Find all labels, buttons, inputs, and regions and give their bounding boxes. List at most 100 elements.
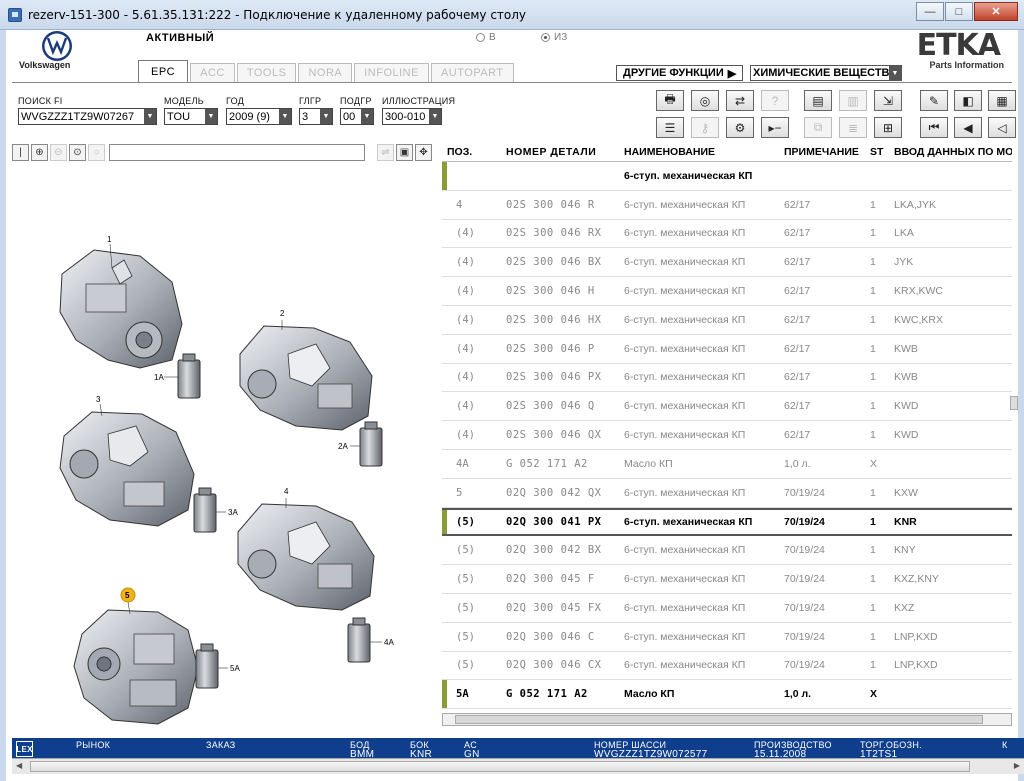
radio-in[interactable]: В	[476, 32, 496, 43]
table-row[interactable]: (4) 02S 300 046 QX 6-ступ. механическая КП…	[442, 421, 1012, 450]
chemicals-select[interactable]: ХИМИЧЕСКИЕ ВЕЩЕСТВ ▼	[750, 65, 902, 81]
chevron-down-icon[interactable]: ▼	[205, 109, 217, 124]
table-row[interactable]: (4) 02S 300 046 H 6-ступ. механическая КП 6…	[442, 277, 1012, 306]
table-row[interactable]: (5) 02Q 300 046 C 6-ступ. механическая КП 7…	[442, 623, 1012, 652]
table-row[interactable]: 6-ступ. механическая КП	[442, 162, 1012, 191]
chevron-down-icon[interactable]: ▼	[144, 109, 156, 124]
table-row[interactable]: 4A G 052 171 A2 Масло КП 1,0 л. X	[442, 450, 1012, 479]
page-back-icon[interactable]: ◧	[954, 90, 982, 111]
col-data[interactable]: ВВОД ДАННЫХ ПО МО	[894, 146, 1012, 158]
oil-bottle-3a[interactable]	[193, 487, 217, 533]
pin-icon[interactable]: ✎	[920, 90, 948, 111]
move-icon[interactable]: ✥	[415, 144, 432, 161]
link-icon[interactable]: ⇌	[377, 144, 394, 161]
table-vscroll-thumb[interactable]	[1010, 396, 1018, 410]
gearbox-2[interactable]	[239, 325, 373, 431]
window-hscrollbar[interactable]: ◀ ▶	[12, 758, 1024, 774]
window-titlebar[interactable]: rezerv-151-300 - 5.61.35.131:222 - Подкл…	[0, 0, 1024, 30]
chevron-down-icon[interactable]: ▼	[889, 66, 901, 80]
table-row[interactable]: 4 02S 300 046 R 6-ступ. механическая КП 62/…	[442, 191, 1012, 220]
minimize-button[interactable]: —	[916, 2, 944, 21]
table-row[interactable]: (4) 02S 300 046 Q 6-ступ. механическая КП 6…	[442, 392, 1012, 422]
table-row[interactable]: (4) 02S 300 046 HX 6-ступ. механическая КП…	[442, 306, 1012, 335]
disc-icon[interactable]: ◎	[691, 90, 719, 111]
page-list-icon[interactable]: ▦	[988, 90, 1016, 111]
key-icon[interactable]: ⚷	[691, 117, 719, 138]
window-hscroll-thumb[interactable]	[30, 761, 970, 772]
table-row[interactable]: (5) 02Q 300 046 CX 6-ступ. механическая КП…	[442, 652, 1012, 681]
radio-from-dot[interactable]	[541, 33, 550, 42]
cart-arrow-icon[interactable]: ⇲	[874, 90, 902, 111]
scroll-left-arrow-icon[interactable]: ◀	[16, 761, 22, 770]
gearbox-5[interactable]	[73, 609, 199, 725]
table-row[interactable]: 5A G 052 171 A2 Масло КП 1,0 л. X	[442, 680, 1012, 710]
gearbox-3[interactable]	[59, 411, 195, 527]
radio-in-dot[interactable]	[476, 33, 485, 42]
table-row[interactable]: (5) 02Q 300 042 BX 6-ступ. механическая КП…	[442, 536, 1012, 566]
main-group-select[interactable]: 3 ▼	[299, 108, 333, 125]
window-icon[interactable]: ▣	[396, 144, 413, 161]
lex-badge[interactable]: LEX	[16, 741, 33, 757]
model-select[interactable]: TOU ▼	[164, 108, 218, 125]
car-exchange-icon[interactable]: ⇄	[726, 90, 754, 111]
print-icon[interactable]: 🖶	[656, 90, 684, 111]
gearbox-1[interactable]	[59, 249, 183, 369]
gearbox-4[interactable]	[237, 503, 375, 611]
play-minus-icon[interactable]: ▸−	[761, 117, 789, 138]
elsa-icon[interactable]: ▤	[804, 90, 832, 111]
first-page-icon[interactable]: ⏮	[920, 117, 948, 138]
table-hscrollbar[interactable]	[442, 713, 1012, 726]
stack-icon[interactable]: ≣	[839, 117, 867, 138]
chevron-down-icon[interactable]: ▼	[320, 109, 332, 124]
table-row[interactable]: (5) 02Q 300 045 FX 6-ступ. механическая КП…	[442, 594, 1012, 623]
oil-bottle-1a[interactable]	[177, 353, 201, 399]
col-part[interactable]: НОМЕР ДЕТАЛИ	[506, 146, 624, 158]
scroll-right-arrow-icon[interactable]: ▶	[1014, 761, 1020, 770]
oil-bottle-2a[interactable]	[359, 421, 383, 467]
zoom-out-icon[interactable]: ⊖	[50, 144, 67, 161]
radio-from[interactable]: ИЗ	[541, 32, 567, 43]
copy-icon[interactable]: ⧉	[804, 117, 832, 138]
table-row[interactable]: (4) 02S 300 046 P 6-ступ. механическая КП 6…	[442, 335, 1012, 364]
prev-page-icon[interactable]: ◀	[954, 117, 982, 138]
help-icon[interactable]: ?	[761, 90, 789, 111]
bicycle-icon[interactable]: ⚙	[726, 117, 754, 138]
table-row[interactable]: (4) 02S 300 046 PX 6-ступ. механическая КП…	[442, 364, 1012, 393]
close-button[interactable]: ✕	[974, 2, 1018, 21]
zoom-fit-icon[interactable]: ⊙	[69, 144, 86, 161]
depot-icon[interactable]: ▥	[839, 90, 867, 111]
table-row[interactable]: (5) 02Q 300 041 PX 6-ступ. механическая КП…	[442, 507, 1012, 537]
scroll-left-icon[interactable]: |	[12, 144, 29, 161]
year-select[interactable]: 2009 (9) ▼	[226, 108, 292, 125]
oil-bottle-5a[interactable]	[195, 643, 219, 689]
tab-acc[interactable]: ACC	[190, 63, 235, 82]
chevron-down-icon[interactable]: ▼	[279, 109, 291, 124]
col-st[interactable]: ST	[870, 146, 894, 158]
zoom-in-icon[interactable]: ⊕	[31, 144, 48, 161]
chevron-down-icon[interactable]: ▼	[361, 109, 373, 124]
table-row[interactable]: (5) 02Q 300 045 F 6-ступ. механическая КП 7…	[442, 565, 1012, 594]
illustration-select[interactable]: 300-010 ▼	[382, 108, 442, 125]
tab-tools[interactable]: TOOLS	[236, 63, 297, 82]
cart-icon[interactable]: ⊞	[874, 117, 902, 138]
list-icon[interactable]: ☰	[656, 117, 684, 138]
exploded-illustration[interactable]: 1 1A 2 2A 3 3A 4 4A 5 5A	[12, 164, 438, 738]
table-row[interactable]: (4) 02S 300 046 RX 6-ступ. механическая КП…	[442, 220, 1012, 249]
table-hscroll-thumb[interactable]	[455, 715, 983, 724]
tab-infoline[interactable]: INFOLINE	[354, 63, 429, 82]
maximize-button[interactable]: □	[945, 2, 973, 21]
col-pos[interactable]: ПОЗ.	[442, 146, 506, 158]
other-functions-menu[interactable]: ДРУГИЕ ФУНКЦИИ ▶	[616, 65, 744, 81]
oil-bottle-4a[interactable]	[347, 617, 371, 663]
table-row[interactable]: (4) 02S 300 046 BX 6-ступ. механическая КП…	[442, 248, 1012, 278]
tab-nora[interactable]: NORA	[298, 63, 353, 82]
col-name[interactable]: НАИМЕНОВАНИЕ	[624, 146, 784, 158]
search-fi-input[interactable]: WVGZZZ1TZ9W07267 ▼	[18, 108, 157, 125]
tab-autopart[interactable]: AUTOPART	[430, 63, 514, 82]
table-row[interactable]: 5 02Q 300 042 QX 6-ступ. механическая КП 70…	[442, 479, 1012, 508]
subgroup-select[interactable]: 00 ▼	[340, 108, 374, 125]
col-note[interactable]: ПРИМЕЧАНИЕ	[784, 146, 870, 158]
illustration-search-input[interactable]	[109, 144, 365, 161]
tab-epc[interactable]: EPC	[138, 60, 189, 82]
zoom-reset-icon[interactable]: ○	[88, 144, 105, 161]
